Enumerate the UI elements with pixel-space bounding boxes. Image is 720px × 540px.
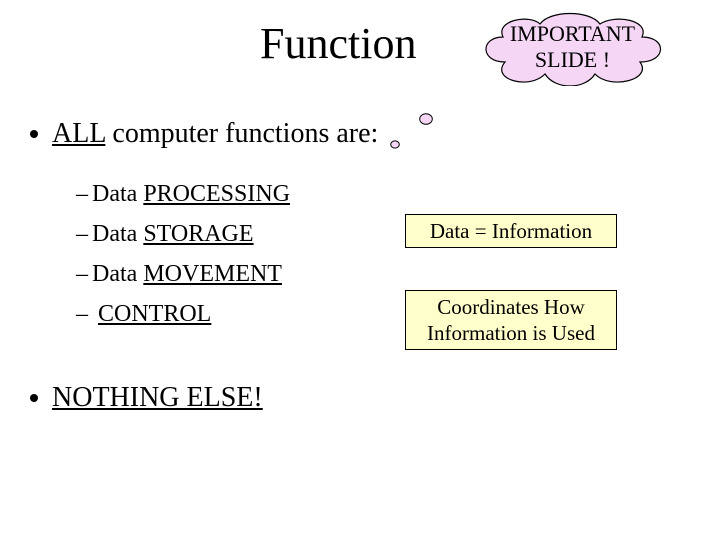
slide-title: Function	[260, 18, 416, 69]
dash-icon: –	[76, 261, 88, 287]
bullet1-rest: computer functions are:	[105, 118, 378, 149]
annotation-box-2: Coordinates How Information is Used	[405, 290, 617, 350]
sub-bullet-4: – CONTROL	[76, 294, 290, 334]
sub3-underlined: MOVEMENT	[143, 261, 282, 287]
bullet2-underlined: NOTHING ELSE!	[52, 382, 263, 413]
sub2-underlined: STORAGE	[143, 221, 253, 247]
important-callout: IMPORTANT SLIDE !	[475, 12, 670, 86]
sub-bullet-3: –Data MOVEMENT	[76, 254, 290, 294]
thought-bubble-small-icon	[390, 140, 400, 149]
bullet1-underlined: ALL	[52, 118, 105, 149]
dash-icon: –	[76, 221, 88, 247]
sub1-prefix: Data	[92, 181, 143, 207]
bullet-dot-icon	[30, 130, 38, 138]
dash-icon: –	[76, 181, 88, 207]
sub-bullet-2: –Data STORAGE	[76, 214, 290, 254]
annotation-box-1: Data = Information	[405, 214, 617, 248]
box1-text: Data = Information	[430, 219, 592, 243]
thought-bubble-icon	[419, 113, 433, 125]
callout-line2: SLIDE !	[535, 47, 610, 72]
sub-bullet-1: –Data PROCESSING	[76, 174, 290, 214]
box2-line2: Information is Used	[427, 321, 595, 345]
bullet-dot-icon	[30, 394, 38, 402]
box2-line1: Coordinates How	[437, 295, 585, 319]
sub3-prefix: Data	[92, 261, 143, 287]
callout-line1: IMPORTANT	[510, 21, 635, 46]
dash-icon: –	[76, 301, 88, 327]
sub1-underlined: PROCESSING	[143, 181, 290, 207]
sub2-prefix: Data	[92, 221, 143, 247]
sub-bullet-list: –Data PROCESSING –Data STORAGE –Data MOV…	[76, 174, 290, 334]
bullet-main-1: ALL computer functions are:	[30, 118, 378, 150]
callout-text: IMPORTANT SLIDE !	[475, 21, 670, 73]
bullet-main-2: NOTHING ELSE!	[30, 382, 263, 414]
sub4-underlined: CONTROL	[98, 301, 211, 327]
